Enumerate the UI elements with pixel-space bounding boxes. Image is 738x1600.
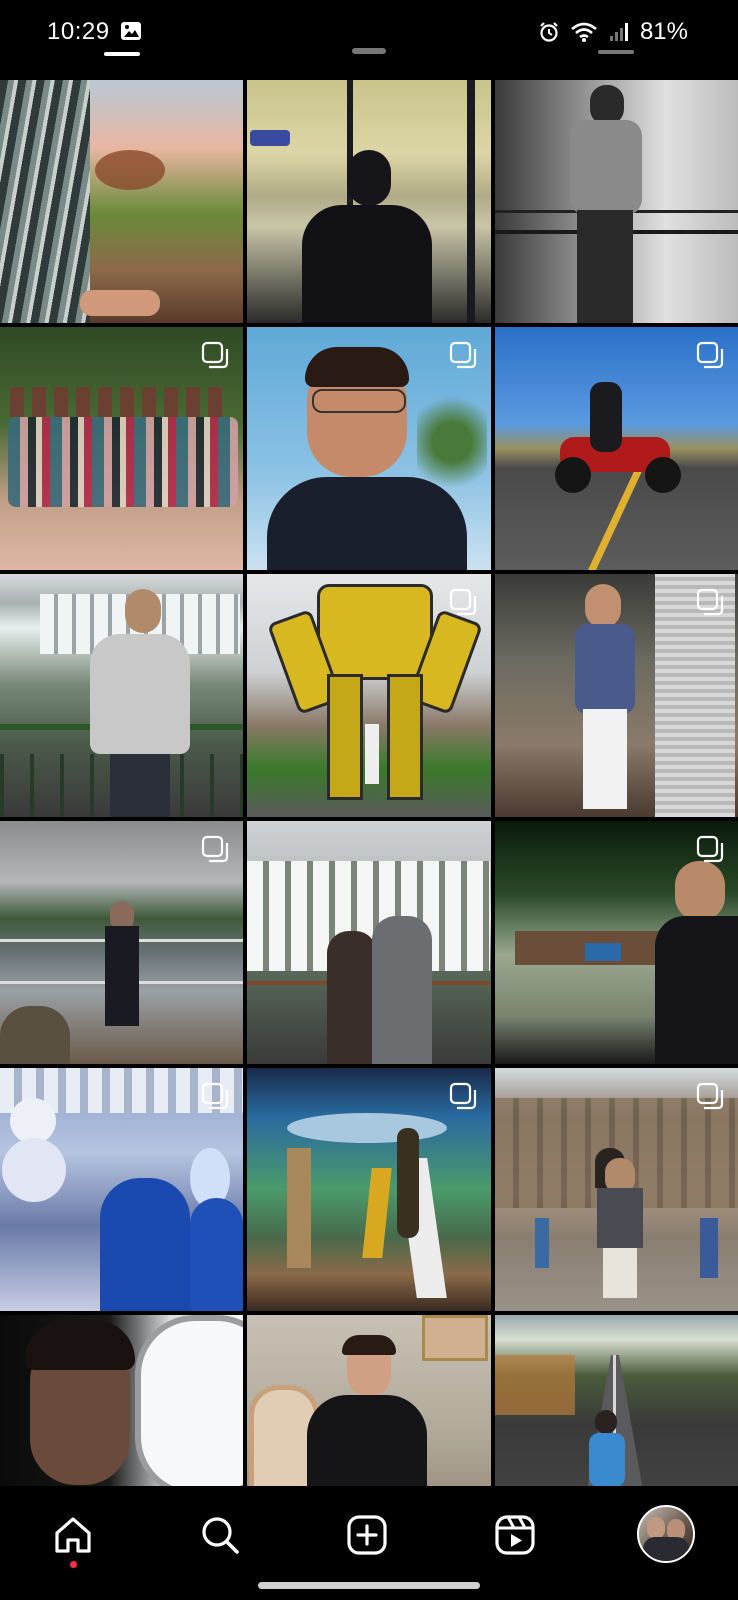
post-thumbnail[interactable] [0,574,243,817]
post-thumbnail[interactable] [495,80,738,323]
camera-notch [352,48,386,54]
status-underline [104,52,140,56]
status-right: 81% [538,18,688,46]
multi-post-icon [696,341,724,369]
home-icon[interactable] [48,1510,98,1560]
post-thumbnail[interactable] [495,574,738,817]
status-underline-right [598,50,634,54]
multi-post-icon [449,588,477,616]
post-thumbnail[interactable] [495,327,738,570]
post-thumbnail[interactable] [247,327,491,570]
multi-post-icon [201,1082,229,1110]
status-bar: 10:29 81% [0,0,738,78]
alarm-icon [538,21,560,43]
post-thumbnail[interactable] [247,821,491,1064]
post-thumbnail[interactable] [0,1068,243,1311]
multi-post-icon [449,1082,477,1110]
bottom-nav [0,1486,738,1600]
post-thumbnail[interactable] [247,80,491,323]
create-icon[interactable] [342,1510,392,1560]
post-thumbnail[interactable] [495,1068,738,1311]
multi-post-icon [696,1082,724,1110]
reels-icon[interactable] [490,1510,540,1560]
multi-post-icon [201,835,229,863]
multi-post-icon [201,341,229,369]
multi-post-icon [696,588,724,616]
post-thumbnail[interactable] [0,80,243,323]
signal-icon [608,21,630,43]
notification-dot [70,1561,77,1568]
post-thumbnail[interactable] [495,821,738,1064]
battery-percent: 81% [639,18,688,45]
post-thumbnail[interactable] [0,327,243,570]
gallery-icon [120,21,142,41]
post-thumbnail[interactable] [247,574,491,817]
home-indicator[interactable] [258,1582,480,1589]
profile-avatar[interactable] [637,1505,695,1563]
profile-posts-grid [0,80,738,1558]
multi-post-icon [449,341,477,369]
wifi-icon [570,21,598,43]
post-thumbnail[interactable] [0,821,243,1064]
status-time: 10:29 [47,18,110,45]
post-thumbnail[interactable] [247,1068,491,1311]
multi-post-icon [696,835,724,863]
search-icon[interactable] [195,1510,245,1560]
